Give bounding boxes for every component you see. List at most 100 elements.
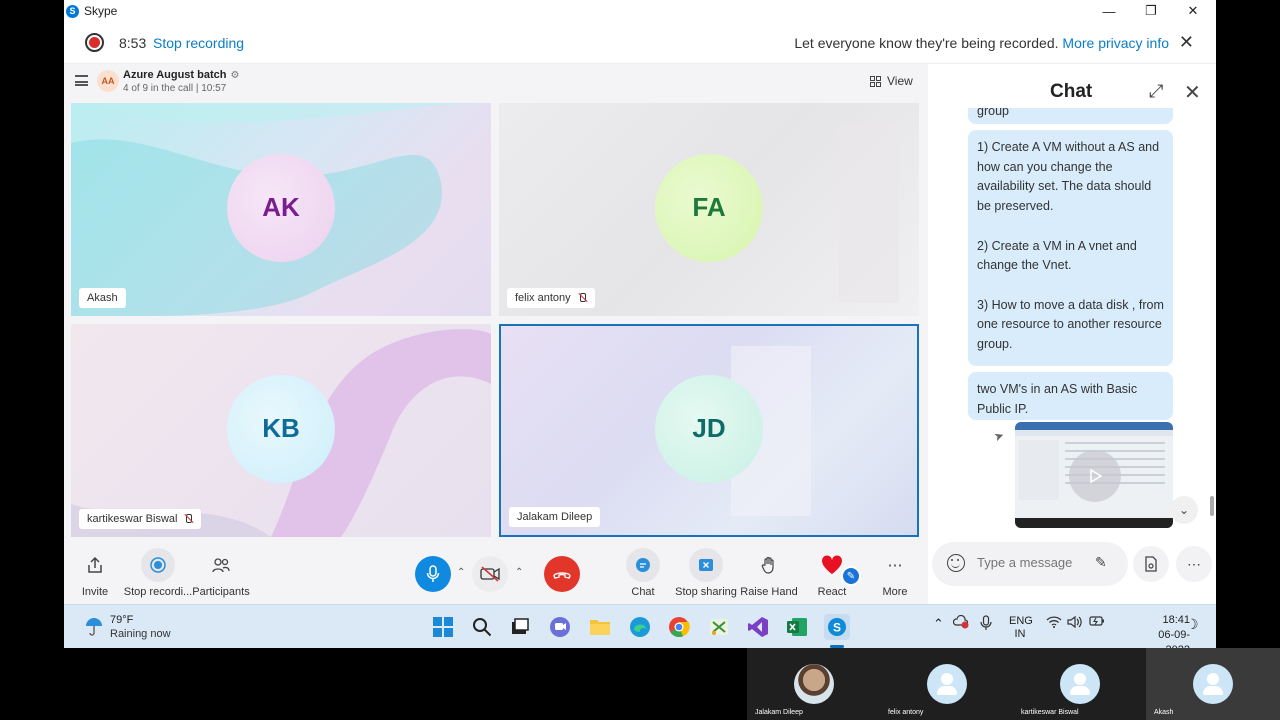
maximize-button[interactable]: ❐ — [1130, 0, 1172, 22]
window-title: Skype — [84, 4, 118, 18]
chat-messages[interactable]: group 1) Create A VM without a AS and ho… — [928, 108, 1216, 528]
start-menu-icon[interactable] — [430, 614, 456, 640]
participants-button[interactable]: Participants — [186, 548, 256, 598]
people-icon — [204, 548, 238, 582]
sent-icon: ➤ — [991, 427, 1007, 445]
notifications-moon-icon[interactable]: ☽ — [1186, 616, 1199, 633]
recording-banner: 8:53 Stop recording Let everyone know th… — [64, 22, 1216, 64]
system-clock[interactable]: 18:41 06-09-2022 — [1134, 613, 1190, 648]
view-button[interactable]: View — [870, 74, 913, 88]
mic-tray-icon[interactable] — [980, 615, 992, 634]
title-bar: S Skype — ❐ ✕ — [64, 0, 1216, 22]
chat-title: Chat — [1050, 81, 1093, 102]
emoji-icon[interactable] — [947, 554, 965, 572]
camera-button[interactable] — [472, 556, 508, 592]
strip-participant[interactable]: Jalakam Dileep — [747, 648, 880, 720]
participant-tile[interactable]: AK Akash — [71, 103, 491, 316]
participant-tile-active[interactable]: JD Jalakam Dileep — [499, 324, 919, 537]
call-status: 4 of 9 in the call | 10:57 — [123, 83, 227, 94]
mic-options-chevron-icon[interactable]: ⌃ — [457, 567, 465, 578]
microphone-icon — [426, 565, 440, 582]
play-icon[interactable] — [1069, 450, 1121, 502]
stop-share-icon — [689, 548, 723, 582]
strip-participant[interactable]: Akash — [1146, 648, 1280, 720]
react-button[interactable]: ✎ React — [797, 548, 867, 598]
participant-avatar: KB — [227, 374, 335, 483]
muted-mic-icon — [577, 293, 587, 303]
onedrive-icon[interactable] — [952, 614, 969, 632]
call-header: AA Azure August batch ⚙ 4 of 9 in the cal… — [64, 64, 928, 100]
camera-options-chevron-icon[interactable]: ⌃ — [515, 567, 523, 578]
stop-recording-label: Stop recordi... — [123, 586, 193, 598]
message-input[interactable] — [977, 555, 1087, 570]
participant-photo-avatar — [794, 664, 834, 704]
windows-taskbar: 79°F Raining now S ⌃ ENG IN 18:41 06-09-… — [64, 604, 1216, 648]
participant-avatar: FA — [655, 153, 763, 262]
minimize-button[interactable]: — — [1088, 0, 1130, 22]
excel-icon[interactable] — [784, 614, 810, 640]
skype-taskbar-icon[interactable]: S — [824, 614, 850, 640]
tile-background — [839, 123, 899, 303]
volume-icon[interactable] — [1067, 615, 1083, 632]
participant-name: kartikeswar Biswal — [87, 513, 178, 525]
invite-button[interactable]: Invite — [64, 548, 130, 598]
participant-tile[interactable]: KB kartikeswar Biswal — [71, 324, 491, 537]
recording-icon — [85, 33, 104, 52]
teams-chat-icon[interactable] — [547, 614, 573, 640]
end-call-button[interactable] — [544, 556, 580, 592]
chat-scrollbar[interactable] — [1210, 496, 1214, 516]
stop-recording-link[interactable]: Stop recording — [153, 35, 244, 51]
ellipsis-icon: ⋯ — [887, 557, 903, 574]
participant-name-tag: Jalakam Dileep — [509, 507, 601, 527]
expand-icon[interactable]: ⤢ — [1149, 81, 1163, 102]
svg-text:S: S — [833, 621, 841, 635]
chat-button[interactable]: Chat — [608, 548, 678, 598]
chat-message: group — [968, 108, 1173, 124]
microphone-button[interactable] — [415, 556, 451, 592]
participant-name-tag: Akash — [79, 288, 126, 308]
more-button[interactable]: ⋯ More — [860, 548, 930, 598]
group-name-row[interactable]: Azure August batch ⚙ — [123, 69, 239, 81]
group-name: Azure August batch — [123, 69, 227, 81]
dismiss-banner-button[interactable]: ✕ — [1179, 32, 1194, 53]
settings-gear-icon[interactable]: ⚙ — [231, 70, 240, 81]
camera-off-icon — [480, 566, 500, 582]
close-chat-button[interactable]: ✕ — [1184, 80, 1201, 105]
close-window-button[interactable]: ✕ — [1172, 0, 1214, 22]
file-explorer-icon[interactable] — [587, 614, 613, 640]
scroll-down-chevron-icon[interactable]: ⌄ — [1170, 496, 1198, 524]
participant-tile[interactable]: FA felix antony — [499, 103, 919, 316]
battery-icon[interactable] — [1089, 615, 1105, 630]
strip-participant[interactable]: kartikeswar Biswal — [1013, 648, 1146, 720]
task-view-icon[interactable] — [507, 614, 533, 640]
stop-sharing-label: Stop sharing — [675, 586, 737, 598]
privacy-info-link[interactable]: More privacy info — [1062, 35, 1169, 51]
strip-participant-name: kartikeswar Biswal — [1021, 709, 1079, 716]
stop-recording-button[interactable]: Stop recordi... — [123, 548, 193, 598]
raise-hand-button[interactable]: Raise Hand — [734, 548, 804, 598]
show-hidden-icons-chevron-icon[interactable]: ⌃ — [933, 616, 944, 632]
raise-hand-label: Raise Hand — [740, 586, 798, 598]
record-icon — [141, 548, 175, 582]
recording-time: 8:53 — [119, 35, 147, 51]
video-thumbnail[interactable] — [1015, 422, 1173, 528]
chat-message: 1) Create A VM without a AS and how can … — [968, 130, 1173, 366]
wifi-icon[interactable] — [1046, 615, 1062, 632]
attach-file-button[interactable] — [1133, 546, 1169, 582]
edge-browser-icon[interactable] — [627, 614, 653, 640]
visual-studio-icon[interactable] — [745, 614, 771, 640]
strip-participant[interactable]: felix antony — [880, 648, 1013, 720]
search-icon[interactable] — [469, 614, 495, 640]
clock-time: 18:41 — [1162, 614, 1190, 626]
pen-icon[interactable]: ✎ — [1095, 554, 1107, 571]
chrome-browser-icon[interactable] — [666, 614, 692, 640]
more-options-button[interactable]: ⋯ — [1176, 546, 1212, 582]
stop-sharing-button[interactable]: Stop sharing — [671, 548, 741, 598]
more-label: More — [882, 586, 908, 598]
thumb-lines — [1065, 442, 1165, 444]
menu-icon[interactable] — [75, 75, 88, 86]
language-indicator[interactable]: ENG IN — [1009, 615, 1033, 641]
default-avatar-icon — [1193, 664, 1233, 704]
snipping-tool-icon[interactable] — [706, 614, 732, 640]
pen-badge-icon: ✎ — [841, 566, 861, 586]
